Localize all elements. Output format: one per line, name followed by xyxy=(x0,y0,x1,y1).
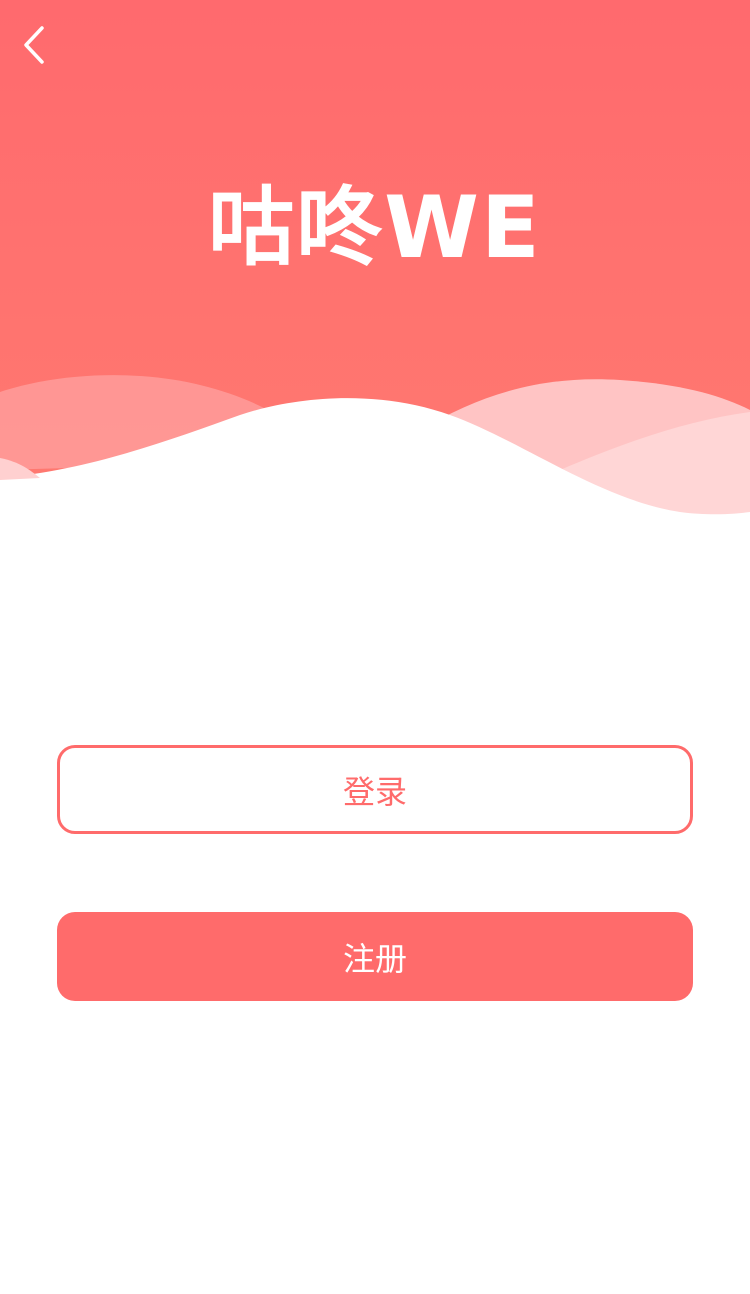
chevron-left-icon xyxy=(24,26,44,64)
login-button-label: 登录 xyxy=(342,772,407,811)
register-button-label: 注册 xyxy=(342,939,407,978)
back-button[interactable] xyxy=(14,20,58,70)
login-button[interactable]: 登录 xyxy=(57,745,693,834)
header-banner: 咕咚WE xyxy=(0,0,750,540)
app-logo: 咕咚WE xyxy=(208,178,542,278)
register-button[interactable]: 注册 xyxy=(57,912,693,1001)
